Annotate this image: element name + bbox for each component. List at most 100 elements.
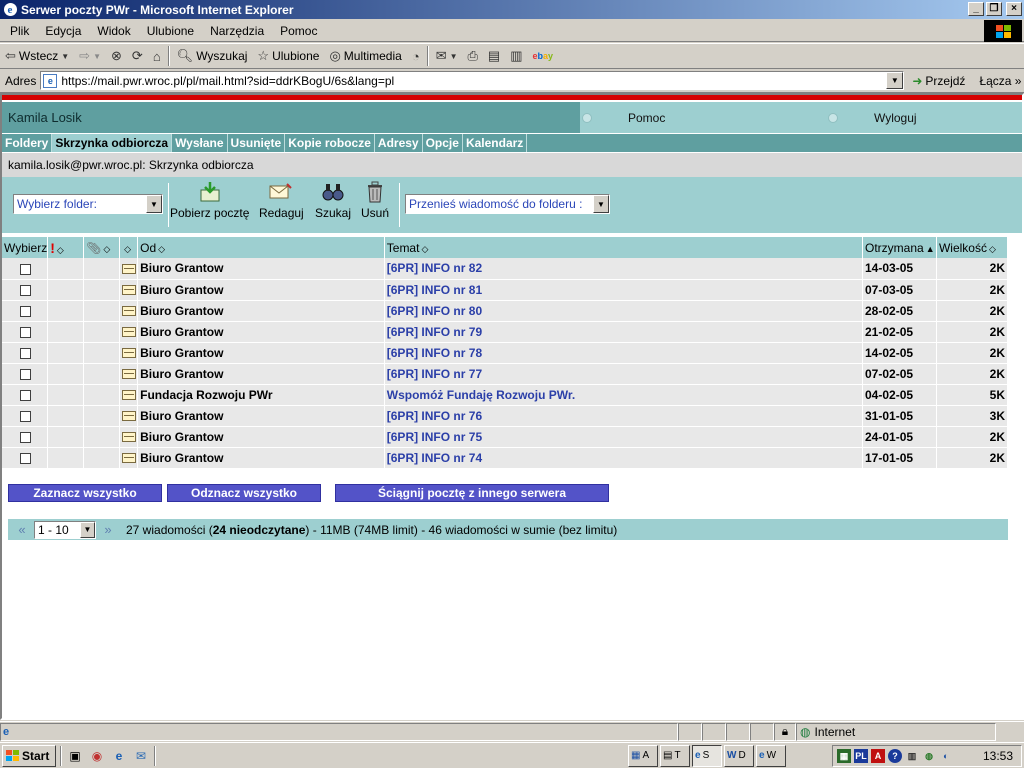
logout-link[interactable]: Wyloguj xyxy=(828,102,1018,133)
message-subject[interactable]: [6PR] INFO nr 77 xyxy=(384,363,864,385)
tab-inbox[interactable]: Skrzynka odbiorcza xyxy=(52,134,173,152)
status-column-header[interactable]: ◇ xyxy=(119,237,139,258)
deselect-all-button[interactable]: Odznacz wszystko xyxy=(167,484,321,502)
table-row[interactable]: Biuro Grantow [6PR] INFO nr 80 28-02-05 … xyxy=(2,300,1009,322)
fetch-other-server-button[interactable]: Ściągnij pocztę z innego serwera xyxy=(335,484,609,502)
menu-view[interactable]: Widok xyxy=(89,24,138,38)
table-row[interactable]: Biuro Grantow [6PR] INFO nr 78 14-02-05 … xyxy=(2,342,1009,364)
row-checkbox[interactable] xyxy=(20,452,31,464)
message-subject[interactable]: [6PR] INFO nr 81 xyxy=(384,279,864,301)
devices-icon[interactable]: ▥ xyxy=(905,749,919,763)
mail-button[interactable]: ✉ ▼ xyxy=(431,45,463,67)
move-to-folder-select[interactable]: Przenieś wiadomość do folderu : ▼ xyxy=(405,194,610,214)
address-input[interactable]: e https://mail.pwr.wroc.pl/pl/mail.html?… xyxy=(40,71,905,90)
message-from[interactable]: Biuro Grantow xyxy=(137,342,385,364)
tab-drafts[interactable]: Kopie robocze xyxy=(285,134,375,152)
menu-favorites[interactable]: Ulubione xyxy=(139,24,202,38)
refresh-button[interactable]: ⟳ xyxy=(127,45,148,67)
message-subject[interactable]: Wspomóż Fundaję Rozwoju PWr. xyxy=(384,384,864,406)
back-button[interactable]: ⇦ Wstecz ▼ xyxy=(0,45,74,67)
row-checkbox[interactable] xyxy=(20,284,31,296)
clock-tray-icon[interactable]: ◐ xyxy=(939,749,953,763)
table-row[interactable]: Biuro Grantow [6PR] INFO nr 81 07-03-05 … xyxy=(2,279,1009,301)
message-subject[interactable]: [6PR] INFO nr 75 xyxy=(384,426,864,448)
menu-edit[interactable]: Edycja xyxy=(37,24,89,38)
priority-column-header[interactable]: ! ◇ xyxy=(47,237,85,258)
select-all-button[interactable]: Zaznacz wszystko xyxy=(8,484,162,502)
message-from[interactable]: Biuro Grantow xyxy=(137,447,385,469)
ati-icon[interactable]: A xyxy=(871,749,885,763)
close-button[interactable]: × xyxy=(1006,2,1022,16)
menu-tools[interactable]: Narzędzia xyxy=(202,24,272,38)
tab-options[interactable]: Opcje xyxy=(423,134,463,152)
row-checkbox[interactable] xyxy=(20,431,31,443)
size-column-header[interactable]: Wielkość ◇ xyxy=(936,237,1009,258)
chevron-down-icon[interactable]: ▼ xyxy=(886,72,904,89)
go-button[interactable]: ➜ Przejdź xyxy=(912,74,965,88)
ebay-button[interactable]: ebay xyxy=(528,45,559,67)
language-indicator[interactable]: PL xyxy=(854,749,868,763)
row-checkbox[interactable] xyxy=(20,326,31,338)
message-from[interactable]: Biuro Grantow xyxy=(137,405,385,427)
delete-button[interactable]: Usuń xyxy=(361,181,389,220)
show-desktop-icon[interactable]: ▣ xyxy=(66,747,84,765)
clock[interactable]: 13:53 xyxy=(983,749,1013,763)
row-checkbox[interactable] xyxy=(20,389,31,401)
home-button[interactable]: ⌂ xyxy=(148,45,166,67)
next-page-icon[interactable]: » xyxy=(100,522,116,537)
attachment-column-header[interactable]: 📎︎ ◇ xyxy=(83,237,121,258)
search-mail-button[interactable]: Szukaj xyxy=(315,181,351,220)
taskbar-item[interactable]: WD xyxy=(724,744,754,767)
menu-help[interactable]: Pomoc xyxy=(272,24,325,38)
help-link[interactable]: Pomoc xyxy=(582,102,822,133)
prev-page-icon[interactable]: « xyxy=(14,522,30,537)
message-from[interactable]: Biuro Grantow xyxy=(137,300,385,322)
table-row[interactable]: Biuro Grantow [6PR] INFO nr 79 21-02-05 … xyxy=(2,321,1009,343)
compose-button[interactable]: Redaguj xyxy=(259,181,304,220)
page-range-select[interactable]: 1 - 10 ▼ xyxy=(34,520,96,539)
tab-calendar[interactable]: Kalendarz xyxy=(463,134,528,152)
row-checkbox[interactable] xyxy=(20,368,31,380)
taskbar-item[interactable]: ▦ A xyxy=(628,744,658,767)
links-button[interactable]: Łącza » xyxy=(979,74,1021,88)
table-row[interactable]: Biuro Grantow [6PR] INFO nr 77 07-02-05 … xyxy=(2,363,1009,385)
message-subject[interactable]: [6PR] INFO nr 74 xyxy=(384,447,864,469)
message-subject[interactable]: [6PR] INFO nr 76 xyxy=(384,405,864,427)
tab-addresses[interactable]: Adresy xyxy=(375,134,423,152)
history-button[interactable]: ◔ xyxy=(407,45,425,67)
message-subject[interactable]: [6PR] INFO nr 82 xyxy=(384,258,864,280)
tab-deleted[interactable]: Usunięte xyxy=(228,134,286,152)
search-button[interactable]: 🔍︎ Wyszukaj xyxy=(172,45,253,67)
media-button[interactable]: ◎ Multimedia xyxy=(324,45,406,67)
forward-button[interactable]: ⇨ ▼ xyxy=(74,45,106,67)
message-from[interactable]: Fundacja Rozwoju PWr xyxy=(137,384,385,406)
favorites-button[interactable]: ☆ Ulubione xyxy=(252,45,324,67)
tab-folders[interactable]: Foldery xyxy=(2,134,53,152)
received-column-header[interactable]: Otrzymana ▲ xyxy=(862,237,937,258)
discuss-button[interactable]: ▥ xyxy=(505,45,527,67)
fetch-mail-button[interactable]: Pobierz pocztę xyxy=(170,181,249,220)
tab-sent[interactable]: Wysłane xyxy=(172,134,228,152)
table-row[interactable]: Biuro Grantow [6PR] INFO nr 75 24-01-05 … xyxy=(2,426,1009,448)
subject-column-header[interactable]: Temat ◇ xyxy=(384,237,864,258)
folder-select[interactable]: Wybierz folder: ▼ xyxy=(13,194,163,214)
table-row[interactable]: Biuro Grantow [6PR] INFO nr 74 17-01-05 … xyxy=(2,447,1009,469)
taskbar-item[interactable]: ▤ T xyxy=(660,744,690,767)
message-from[interactable]: Biuro Grantow xyxy=(137,363,385,385)
message-from[interactable]: Biuro Grantow xyxy=(137,258,385,280)
network-icon[interactable]: ▦ xyxy=(837,749,851,763)
row-checkbox[interactable] xyxy=(20,410,31,422)
row-checkbox[interactable] xyxy=(20,305,31,317)
message-subject[interactable]: [6PR] INFO nr 79 xyxy=(384,321,864,343)
start-button[interactable]: Start xyxy=(2,744,56,767)
quicklaunch-app-icon[interactable]: ◉ xyxy=(88,747,106,765)
minimize-button[interactable]: _ xyxy=(968,2,984,16)
taskbar-item[interactable]: eW xyxy=(756,744,786,767)
help-icon[interactable]: ? xyxy=(888,749,902,763)
edit-button[interactable]: ▤ xyxy=(483,45,505,67)
message-from[interactable]: Biuro Grantow xyxy=(137,321,385,343)
ie-quicklaunch-icon[interactable]: e xyxy=(110,747,128,765)
message-from[interactable]: Biuro Grantow xyxy=(137,279,385,301)
message-subject[interactable]: [6PR] INFO nr 78 xyxy=(384,342,864,364)
table-row[interactable]: Biuro Grantow [6PR] INFO nr 76 31-01-05 … xyxy=(2,405,1009,427)
